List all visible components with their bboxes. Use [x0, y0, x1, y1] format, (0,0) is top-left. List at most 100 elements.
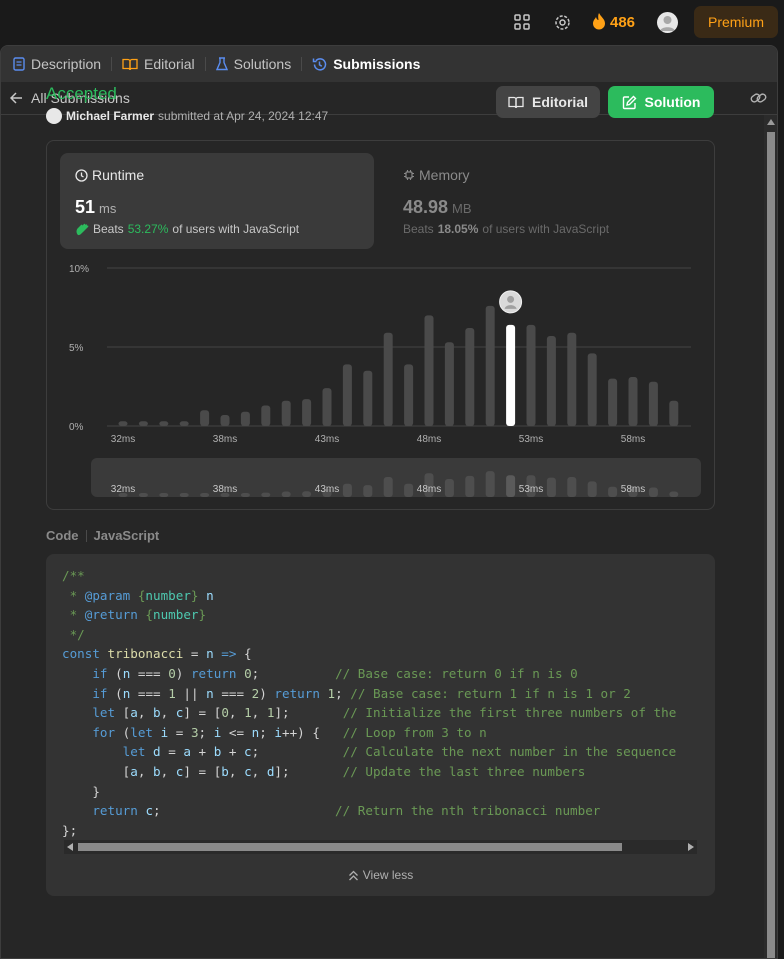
navigator-bar: [465, 475, 475, 497]
chart-bar: [118, 421, 128, 426]
navigator-tick-label: 43ms: [315, 484, 339, 495]
scrollbar-thumb[interactable]: [767, 132, 775, 958]
navigator-bar: [608, 486, 618, 497]
layout-grid-icon[interactable]: [514, 11, 532, 33]
chart-bar: [526, 324, 536, 426]
view-less-button[interactable]: View less: [46, 868, 715, 882]
scroll-right-arrow[interactable]: [688, 843, 694, 851]
x-tick-label: 38ms: [213, 434, 237, 445]
memory-metric[interactable]: Memory 48.98 MB Beats 18.05% of users wit…: [388, 153, 702, 249]
navigator-bar: [404, 483, 414, 497]
top-bar: 486 Premium: [0, 0, 784, 44]
book-icon: [508, 96, 524, 109]
x-tick-label: 48ms: [417, 434, 441, 445]
performance-card: Runtime 51 ms Beats 53.27% of users with …: [46, 140, 715, 510]
premium-button[interactable]: Premium: [694, 6, 778, 38]
submitted-time: submitted at Apr 24, 2024 12:47: [158, 109, 329, 123]
streak-counter[interactable]: 486: [592, 11, 635, 33]
chart-bar: [404, 364, 414, 426]
x-tick-label: 32ms: [111, 434, 135, 445]
avatar-head: [507, 295, 515, 303]
chart-bar: [261, 405, 271, 426]
navigator-bar: [179, 493, 189, 497]
tab-description[interactable]: Description: [13, 46, 101, 82]
chart-bar: [322, 388, 332, 426]
navigator-bar: [546, 477, 556, 497]
runtime-title: Runtime: [92, 167, 145, 183]
scroll-up-arrow[interactable]: [767, 119, 775, 125]
runtime-value: 51: [75, 197, 96, 217]
user-avatar[interactable]: [657, 12, 678, 33]
navigator-bar: [567, 476, 577, 497]
tab-submissions[interactable]: Submissions: [312, 46, 420, 82]
x-tick-label: 43ms: [315, 434, 339, 445]
scroll-left-arrow[interactable]: [67, 843, 73, 851]
runtime-metric[interactable]: Runtime 51 ms Beats 53.27% of users with …: [60, 153, 374, 249]
link-icon[interactable]: [750, 91, 767, 108]
flask-icon: [215, 57, 228, 71]
runtime-beats-pct: 53.27%: [127, 222, 169, 236]
memory-value: 48.98: [403, 197, 449, 217]
submitter-name[interactable]: Michael Farmer: [66, 109, 154, 123]
tab-divider: [204, 57, 206, 71]
chart-bar: [587, 353, 597, 426]
vertical-scrollbar[interactable]: [764, 115, 777, 958]
chevrons-up-icon: [348, 870, 359, 881]
tab-solutions[interactable]: Solutions: [215, 46, 291, 82]
navigator-bar: [342, 483, 352, 497]
horizontal-scrollbar[interactable]: [64, 840, 697, 854]
document-icon: [13, 57, 25, 71]
arrow-left-icon[interactable]: [10, 92, 23, 104]
navigator-tick-label: 38ms: [213, 484, 237, 495]
navigator-bar: [669, 491, 679, 497]
tab-bar: Description Editorial Solutions Submissi…: [1, 46, 777, 82]
chart-bar: [485, 305, 495, 426]
navigator-bar: [302, 491, 312, 497]
chart-bar: [648, 381, 658, 426]
chart-bar: [281, 400, 291, 426]
navigator-tick-label: 58ms: [621, 484, 645, 495]
runtime-unit: ms: [99, 201, 117, 216]
navigator-bar: [506, 475, 516, 497]
navigator-tick-label: 48ms: [417, 484, 441, 495]
waving-hand-icon: [75, 222, 90, 236]
tab-divider: [111, 57, 113, 71]
navigator-bar: [261, 492, 271, 497]
gear-icon[interactable]: [554, 11, 572, 33]
navigator-bar: [444, 478, 454, 497]
tab-editorial[interactable]: Editorial: [122, 46, 195, 82]
clock-icon: [75, 168, 88, 182]
chart-bar: [159, 421, 169, 426]
navigator-bar: [485, 471, 495, 497]
code-language: JavaScript: [93, 528, 160, 543]
runtime-distribution-chart: 0% 5% 10% 32ms 38ms 43ms 48ms 53ms 58ms 32ms 38ms 4…: [47, 251, 714, 512]
fire-icon: [592, 12, 606, 33]
chart-bar: [424, 315, 434, 426]
editorial-button[interactable]: Editorial: [496, 86, 600, 118]
edit-icon: [622, 95, 637, 110]
history-icon: [312, 57, 327, 72]
code-block: /** * @param {number} n * @return {numbe…: [46, 554, 715, 896]
memory-beats-pct: 18.05%: [437, 222, 479, 236]
navigator-bar: [138, 493, 148, 497]
book-icon: [122, 58, 138, 71]
code-label: Code: [46, 528, 79, 543]
runtime-histogram[interactable]: 0% 5% 10% 32ms 38ms 43ms 48ms 53ms 58ms 32ms 38ms 4…: [47, 251, 714, 509]
navigator-bar: [648, 487, 658, 497]
chart-bar: [567, 332, 577, 426]
chart-bar-highlight: [506, 324, 516, 426]
chart-bar: [363, 370, 373, 426]
scrollbar-thumb[interactable]: [78, 843, 622, 851]
chart-bar: [240, 411, 250, 426]
y-tick-label: 5%: [69, 343, 84, 354]
code-header: Code JavaScript: [46, 528, 159, 543]
navigator-bar: [281, 491, 291, 497]
chart-bar: [546, 335, 556, 426]
navigator-bar: [383, 476, 393, 497]
navigator-bar: [240, 493, 250, 497]
navigator-bar: [200, 493, 210, 497]
navigator-bar: [587, 481, 597, 497]
solution-button[interactable]: Solution: [608, 86, 714, 118]
chip-icon: [403, 169, 415, 181]
code-content[interactable]: /** * @param {number} n * @return {numbe…: [62, 566, 698, 840]
